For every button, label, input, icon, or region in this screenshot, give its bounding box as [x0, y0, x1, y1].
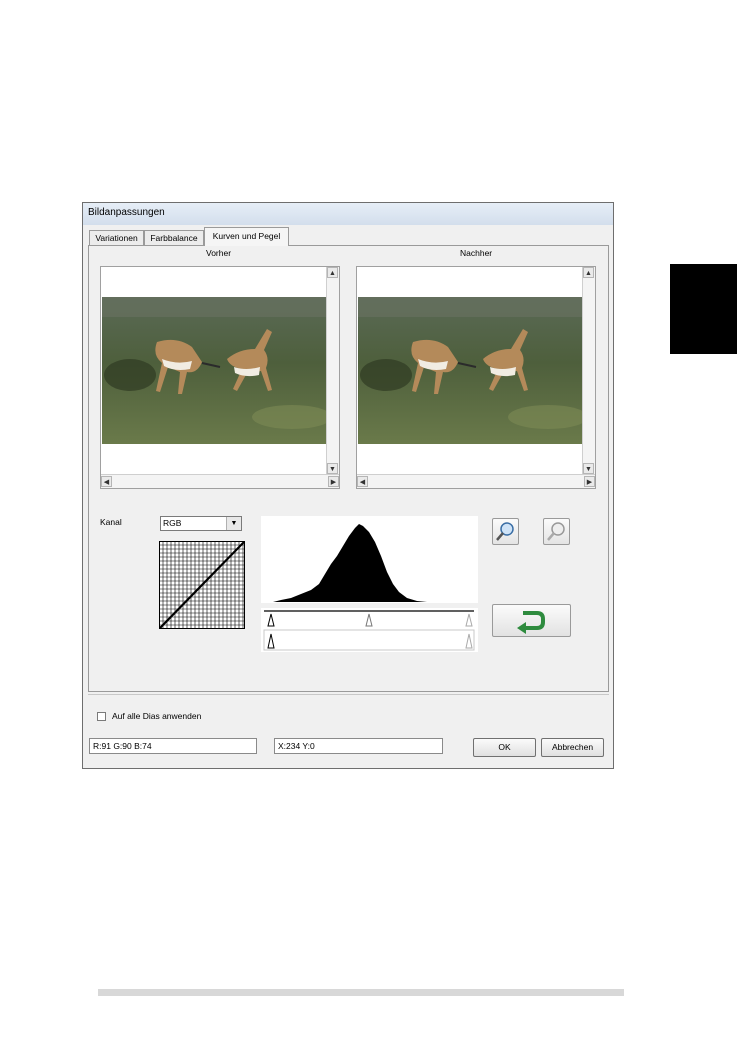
zoom-out-button[interactable] [543, 518, 570, 545]
zoom-in-button[interactable] [492, 518, 519, 545]
apply-all-checkbox[interactable] [97, 712, 106, 721]
tab-variationen[interactable]: Variationen [89, 230, 144, 245]
scroll-right-icon[interactable]: ▶ [584, 476, 595, 487]
preview-after-label: Nachher [460, 248, 493, 258]
ok-button[interactable]: OK [473, 738, 536, 757]
cancel-button[interactable]: Abbrechen [541, 738, 604, 757]
preview-before-vscroll[interactable]: ▲ ▼ [326, 267, 339, 474]
preview-after-vscroll[interactable]: ▲ ▼ [582, 267, 595, 474]
tone-curve-editor[interactable] [159, 541, 245, 629]
title-bar: Bildanpassungen [83, 203, 613, 225]
image-adjustments-dialog: Bildanpassungen Variationen Farbbalance … [82, 202, 614, 769]
dialog-title: Bildanpassungen [88, 207, 165, 218]
channel-label: Kanal [100, 517, 122, 527]
histogram [261, 516, 478, 603]
preview-before-image [102, 297, 327, 444]
scroll-right-icon[interactable]: ▶ [328, 476, 339, 487]
reset-curve-button[interactable] [492, 604, 571, 637]
separator [88, 694, 609, 695]
section-marker-tab [670, 264, 737, 354]
rgb-readout-field: R:91 G:90 B:74 [89, 738, 257, 754]
level-sliders[interactable] [261, 608, 478, 652]
reset-arrow-icon [517, 611, 545, 634]
scroll-left-icon[interactable]: ◀ [357, 476, 368, 487]
coords-readout-field: X:234 Y:0 [274, 738, 443, 754]
preview-after-image [358, 297, 583, 444]
tab-farbbalance[interactable]: Farbbalance [144, 230, 204, 245]
zoom-in-icon [496, 522, 514, 541]
zoom-out-icon [547, 522, 565, 541]
scroll-down-icon[interactable]: ▼ [583, 463, 594, 474]
preview-after-hscroll[interactable]: ◀ ▶ [357, 474, 595, 488]
channel-select[interactable]: RGB ▼ [160, 516, 242, 531]
scroll-down-icon[interactable]: ▼ [327, 463, 338, 474]
preview-before: ▲ ▼ ◀ ▶ [100, 266, 340, 489]
chevron-down-icon[interactable]: ▼ [226, 517, 241, 530]
tab-kurven-und-pegel[interactable]: Kurven und Pegel [204, 227, 289, 246]
preview-before-label: Vorher [206, 248, 232, 258]
preview-after: ▲ ▼ ◀ ▶ [356, 266, 596, 489]
preview-before-hscroll[interactable]: ◀ ▶ [101, 474, 339, 488]
page-footer-rule [98, 989, 624, 996]
scroll-left-icon[interactable]: ◀ [101, 476, 112, 487]
scroll-up-icon[interactable]: ▲ [327, 267, 338, 278]
scroll-up-icon[interactable]: ▲ [583, 267, 594, 278]
apply-all-label: Auf alle Dias anwenden [112, 711, 202, 721]
channel-select-value: RGB [163, 518, 182, 528]
